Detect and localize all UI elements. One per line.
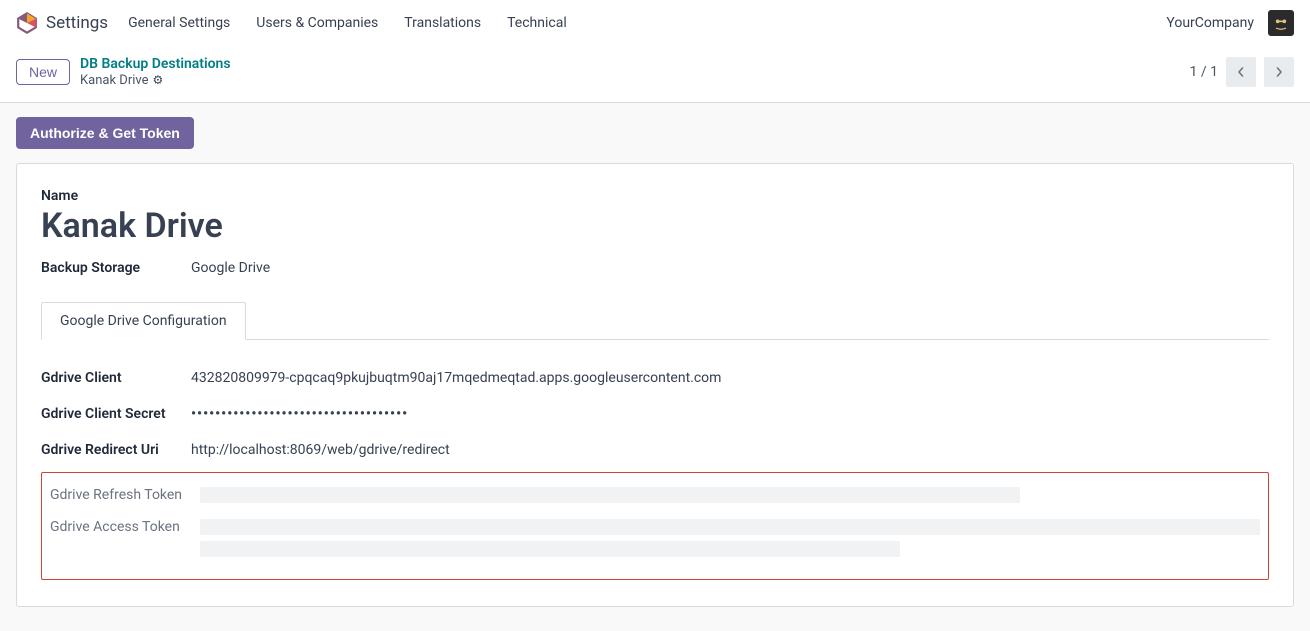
action-bar: Authorize & Get Token (0, 103, 1310, 163)
top-nav: Settings General Settings Users & Compan… (0, 0, 1310, 46)
storage-label: Backup Storage (41, 260, 191, 276)
nav-users-companies[interactable]: Users & Companies (256, 15, 378, 31)
nav-technical[interactable]: Technical (507, 15, 567, 31)
app-brand[interactable]: Settings (16, 12, 108, 34)
token-highlight-box: Gdrive Refresh Token Gdrive Access Token (41, 472, 1269, 580)
gdrive-client-value[interactable]: 432820809979-cpqcaq9pkujbuqtm90aj17mqedm… (191, 370, 1269, 386)
gdrive-client-label: Gdrive Client (41, 370, 191, 386)
breadcrumb-current: Kanak Drive ⚙ (80, 73, 231, 89)
gdrive-secret-value[interactable]: •••••••••••••••••••••••••••••••••••• (191, 406, 1269, 422)
gdrive-refresh-label: Gdrive Refresh Token (50, 487, 200, 503)
nav-general-settings[interactable]: General Settings (128, 15, 230, 31)
breadcrumb: DB Backup Destinations Kanak Drive ⚙ (80, 56, 231, 88)
gdrive-secret-label: Gdrive Client Secret (41, 406, 191, 422)
redacted-bar (200, 519, 1260, 535)
company-selector[interactable]: YourCompany (1166, 15, 1254, 31)
tab-bar: Google Drive Configuration (41, 302, 1269, 340)
storage-value[interactable]: Google Drive (191, 260, 1269, 276)
authorize-button[interactable]: Authorize & Get Token (16, 117, 194, 149)
form-sheet: Name Kanak Drive Backup Storage Google D… (16, 163, 1294, 607)
breadcrumb-current-text: Kanak Drive (80, 73, 149, 89)
nav-translations[interactable]: Translations (404, 15, 481, 31)
breadcrumb-parent[interactable]: DB Backup Destinations (80, 56, 231, 73)
nav-menu: General Settings Users & Companies Trans… (128, 15, 567, 31)
tab-gdrive-config[interactable]: Google Drive Configuration (41, 302, 246, 340)
redacted-bar (200, 487, 1020, 503)
redacted-bar (200, 541, 900, 557)
user-avatar[interactable] (1268, 10, 1294, 36)
gear-icon[interactable]: ⚙ (153, 73, 164, 87)
pager-next-button[interactable] (1264, 57, 1294, 87)
gdrive-access-label: Gdrive Access Token (50, 519, 200, 535)
pager-text: 1 / 1 (1190, 64, 1218, 80)
gdrive-redirect-value[interactable]: http://localhost:8069/web/gdrive/redirec… (191, 442, 1269, 458)
gdrive-redirect-label: Gdrive Redirect Uri (41, 442, 191, 458)
name-value[interactable]: Kanak Drive (41, 206, 1269, 246)
gdrive-refresh-value[interactable] (200, 487, 1260, 503)
new-button[interactable]: New (16, 59, 70, 85)
pager: 1 / 1 (1190, 57, 1294, 87)
control-bar: New DB Backup Destinations Kanak Drive ⚙… (0, 46, 1310, 103)
name-label: Name (41, 188, 1269, 204)
gdrive-access-value[interactable] (200, 519, 1260, 557)
app-title: Settings (46, 13, 108, 33)
app-logo-icon (16, 12, 38, 34)
pager-prev-button[interactable] (1226, 57, 1256, 87)
